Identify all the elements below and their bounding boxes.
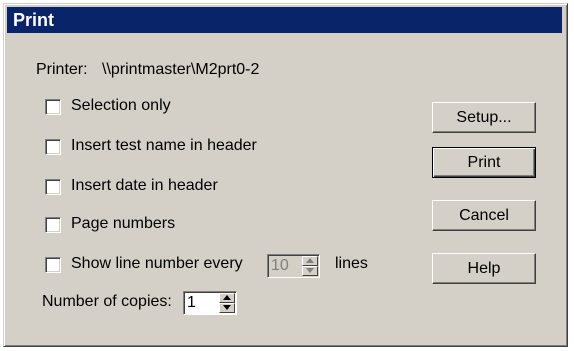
insert-date-checkbox[interactable] — [45, 179, 61, 195]
printer-name: \\printmaster\M2prt0-2 — [102, 61, 260, 78]
setup-button[interactable]: Setup... — [432, 102, 536, 133]
insert-test-name-label[interactable]: Insert test name in header — [71, 137, 257, 155]
line-interval-spinner: 10 — [267, 254, 320, 278]
copies-value[interactable]: 1 — [187, 294, 196, 312]
line-interval-up-button — [302, 256, 318, 266]
arrow-up-icon — [223, 295, 231, 300]
insert-test-name-checkbox[interactable] — [45, 139, 61, 155]
lines-label: lines — [335, 255, 368, 272]
arrow-down-icon — [306, 268, 314, 273]
print-dialog: Print Printer: \\printmaster\M2prt0-2 Se… — [3, 3, 568, 347]
page-numbers-checkbox[interactable] — [45, 217, 61, 233]
line-interval-value: 10 — [271, 257, 289, 274]
dialog-title: Print — [7, 7, 562, 33]
insert-date-label[interactable]: Insert date in header — [71, 177, 218, 195]
copies-spinner[interactable]: 1 — [183, 291, 237, 315]
print-button[interactable]: Print — [432, 147, 536, 178]
line-interval-down-button — [302, 266, 318, 276]
show-line-number-label[interactable]: Show line number every — [71, 255, 243, 273]
help-button[interactable]: Help — [432, 253, 536, 284]
copies-label: Number of copies: — [42, 293, 172, 310]
copies-down-button[interactable] — [219, 303, 235, 313]
page-numbers-label[interactable]: Page numbers — [71, 215, 175, 233]
cancel-button[interactable]: Cancel — [432, 200, 536, 231]
arrow-up-icon — [306, 258, 314, 263]
show-line-number-checkbox[interactable] — [45, 257, 61, 273]
printer-label: Printer: — [36, 61, 88, 78]
copies-up-button[interactable] — [219, 293, 235, 303]
selection-only-checkbox[interactable] — [45, 99, 61, 115]
selection-only-label[interactable]: Selection only — [71, 97, 171, 115]
arrow-down-icon — [223, 305, 231, 310]
